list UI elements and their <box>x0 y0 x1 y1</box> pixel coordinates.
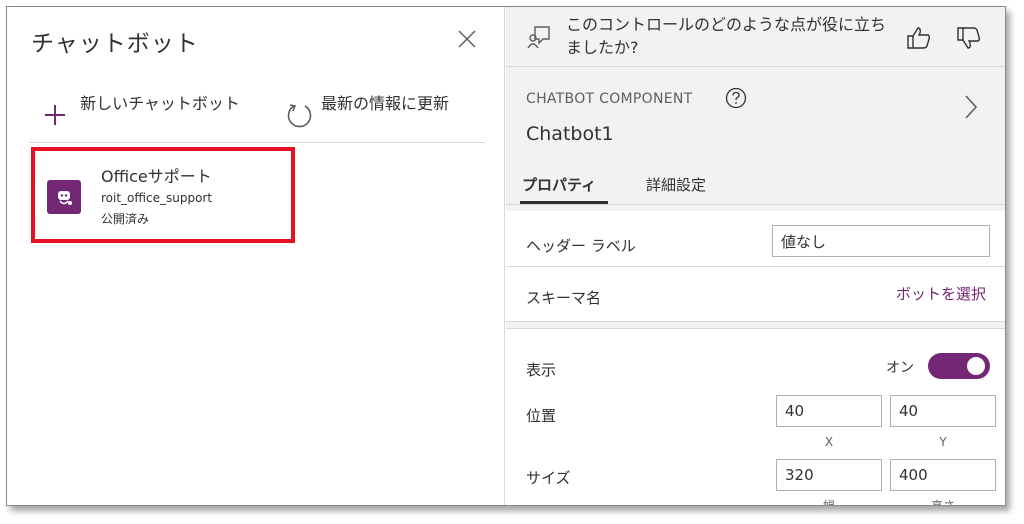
size-label: サイズ <box>526 469 571 487</box>
position-x-input[interactable] <box>776 395 882 427</box>
position-y-input[interactable] <box>890 395 996 427</box>
header-label-input[interactable] <box>772 225 990 257</box>
tab-divider <box>506 204 1005 205</box>
refresh-button[interactable]: 最新の情報に更新 <box>283 95 455 131</box>
section-divider <box>506 321 1005 329</box>
display-properties-section: 表示 オン 位置 X Y サイズ 幅 高さ <box>506 329 1005 506</box>
thumbs-down-icon[interactable] <box>954 23 984 53</box>
panel-title: チャットボット <box>31 31 199 57</box>
new-chatbot-button[interactable]: 新しいチャットボット <box>39 95 249 131</box>
header-label-label: ヘッダー ラベル <box>526 237 636 255</box>
tab-properties[interactable]: プロパティ <box>522 174 596 195</box>
thumbs-up-icon[interactable] <box>904 23 934 53</box>
component-type-label: CHATBOT COMPONENT <box>526 91 693 107</box>
bot-schema-name: roit_office_support <box>101 191 213 205</box>
bot-name: Officeサポート <box>101 167 212 186</box>
refresh-icon <box>283 99 315 131</box>
visible-label: 表示 <box>526 361 557 379</box>
bot-icon <box>47 180 81 214</box>
tab-advanced[interactable]: 詳細設定 <box>646 174 706 195</box>
visible-toggle-label: オン <box>886 360 914 376</box>
size-height-input[interactable] <box>890 459 996 491</box>
size-width-input[interactable] <box>776 459 882 491</box>
new-chatbot-label: 新しいチャットボット <box>80 94 240 113</box>
app-frame: チャットボット 新しいチャットボット 最新の情報に更新 Officeサポート r… <box>6 6 1006 506</box>
size-height-label: 高さ <box>930 499 955 506</box>
refresh-label: 最新の情報に更新 <box>320 94 449 113</box>
close-icon[interactable] <box>455 27 479 51</box>
size-width-label: 幅 <box>822 499 835 506</box>
chatbot-panel: チャットボット 新しいチャットボット 最新の情報に更新 Officeサポート r… <box>7 7 505 505</box>
feedback-bar: このコントロールのどのような点が役に立ちましたか? <box>506 7 1005 67</box>
bot-status: 公開済み <box>101 212 150 226</box>
position-y-label: Y <box>939 435 947 449</box>
schema-name-row: スキーマ名 ボットを選択 <box>506 267 1005 321</box>
toolbar-divider <box>29 142 485 143</box>
select-bot-link[interactable]: ボットを選択 <box>896 283 986 304</box>
visible-toggle[interactable] <box>928 353 990 379</box>
feedback-chat-icon <box>526 24 552 50</box>
chevron-right-icon[interactable] <box>962 93 980 121</box>
schema-name-label: スキーマ名 <box>526 289 602 307</box>
header-label-row: ヘッダー ラベル <box>506 211 1005 267</box>
toggle-knob <box>967 357 985 375</box>
bot-list-item[interactable]: Officeサポート roit_office_support 公開済み <box>31 147 295 243</box>
feedback-question: このコントロールのどのような点が役に立ちましたか? <box>566 15 887 57</box>
component-name: Chatbot1 <box>526 123 614 145</box>
plus-icon <box>39 99 71 131</box>
position-x-label: X <box>824 435 834 449</box>
properties-panel: このコントロールのどのような点が役に立ちましたか? CHATBOT COMPON… <box>506 7 1005 506</box>
help-icon[interactable] <box>725 87 747 109</box>
position-label: 位置 <box>526 407 557 425</box>
